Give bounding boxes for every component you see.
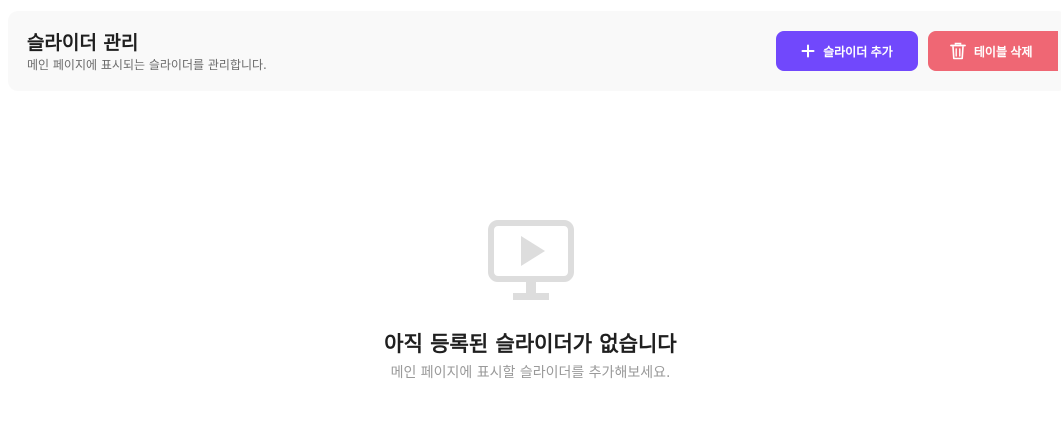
page-title: 슬라이더 관리: [27, 32, 139, 54]
add-slider-label: 슬라이더 추가: [823, 44, 893, 59]
delete-table-button[interactable]: 테이블 삭제: [928, 31, 1058, 71]
trash-icon: [950, 42, 966, 60]
page-header: 슬라이더 관리 메인 페이지에 표시되는 슬라이더를 관리합니다. 슬라이더 추…: [8, 11, 1061, 91]
page-subtitle: 메인 페이지에 표시되는 슬라이더를 관리합니다.: [27, 58, 267, 72]
delete-table-label: 테이블 삭제: [974, 44, 1033, 59]
plus-icon: [801, 44, 815, 58]
empty-state-title: 아직 등록된 슬라이더가 없습니다: [384, 332, 677, 356]
slider-management-page: 슬라이더 관리 메인 페이지에 표시되는 슬라이더를 관리합니다. 슬라이더 추…: [0, 0, 1061, 445]
add-slider-button[interactable]: 슬라이더 추가: [776, 31, 918, 71]
empty-state-description: 메인 페이지에 표시할 슬라이더를 추가해보세요.: [390, 365, 671, 381]
empty-state: 아직 등록된 슬라이더가 없습니다 메인 페이지에 표시할 슬라이더를 추가해보…: [0, 220, 1061, 382]
monitor-play-icon: [487, 220, 574, 300]
